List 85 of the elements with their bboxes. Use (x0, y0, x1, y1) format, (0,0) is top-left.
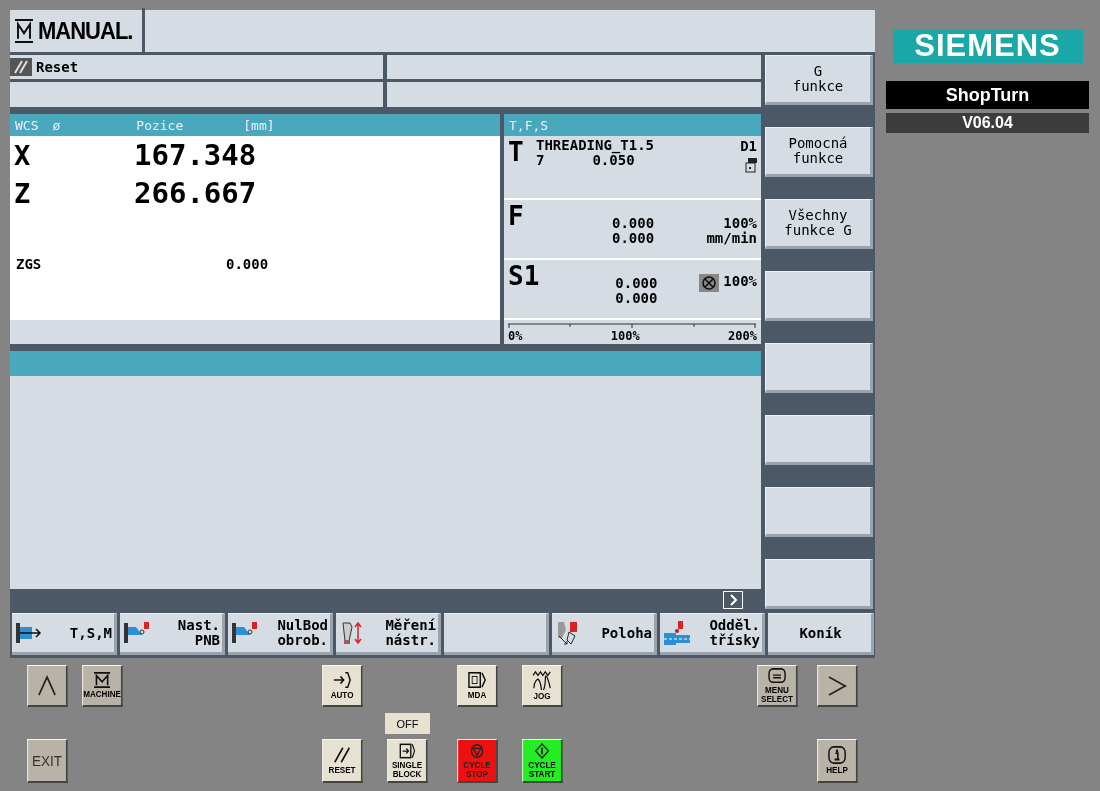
axis-value: 266.667 (134, 176, 257, 210)
feed-override: 100% (723, 216, 757, 231)
machine-mode-icon (14, 18, 34, 44)
status-text: Reset (36, 59, 79, 75)
softkey[interactable]: NulBod obrob. (228, 613, 333, 655)
spindle-value: 0.000 (615, 276, 658, 291)
help-button[interactable]: HELP (817, 739, 858, 783)
start-button[interactable]: CYCLE START (522, 739, 563, 783)
axis-name: X (13, 139, 32, 171)
softkey[interactable]: Měření nástr. (336, 613, 441, 655)
softkey[interactable] (765, 343, 873, 393)
spindle-tool-icon (16, 621, 42, 645)
reset-icon (332, 746, 352, 764)
tool-letter: T (508, 138, 525, 168)
tool-position-icon (556, 620, 580, 646)
next-button[interactable] (817, 665, 858, 707)
tool-edge: D1 (740, 138, 757, 154)
version-label: V06.04 (886, 113, 1089, 133)
softkey[interactable]: G funkce (765, 55, 873, 105)
stop-icon (468, 742, 486, 759)
exit-button[interactable]: EXIT (27, 739, 68, 783)
workpiece-tool-icon (232, 621, 260, 645)
softkey[interactable] (765, 559, 873, 609)
feed-letter: F (508, 202, 525, 232)
unit-label: [mm] (243, 117, 275, 133)
logo: SIEMENS (892, 29, 1083, 63)
mda-button[interactable]: MDA (457, 665, 498, 707)
axis-name: ZGS (15, 256, 43, 272)
softkey[interactable]: Nast. PNB (120, 613, 225, 655)
axis-value: 0.000 (226, 256, 269, 272)
feed-value: 0.000 (612, 230, 655, 246)
tool-number: 7 (536, 152, 545, 168)
start-icon (533, 742, 551, 759)
workpiece-tool-icon (124, 621, 152, 645)
mode-label: MANUAL. (38, 16, 133, 46)
softkey[interactable] (444, 613, 549, 655)
caret-up-icon (36, 673, 58, 698)
softkey[interactable]: Poloha (552, 613, 657, 655)
more-icon[interactable] (723, 591, 743, 609)
scale-label: 200% (728, 329, 757, 343)
panel-title: T,F,S (509, 117, 549, 133)
axis-value: 167.348 (134, 138, 257, 172)
scale-label: 0% (508, 329, 523, 343)
menu-button[interactable]: MENU SELECT (757, 665, 798, 707)
spindle-letter: S1 (508, 262, 540, 292)
tool-name: THREADING_T1.5 (536, 138, 655, 153)
jog-button[interactable]: JOG (522, 665, 563, 707)
caret-right-icon (826, 673, 848, 698)
softkey[interactable] (765, 271, 873, 321)
softkey[interactable]: Všechny funkce G (765, 199, 873, 249)
softkey[interactable]: Koník (768, 613, 874, 655)
auto-button[interactable]: AUTO (322, 665, 363, 707)
spindle-override: 100% (723, 274, 757, 289)
tool-measure-icon (340, 621, 364, 645)
jog-icon (532, 670, 552, 690)
machine-button[interactable]: MACHINE (82, 665, 123, 707)
reset-button[interactable]: RESET (322, 739, 363, 783)
axis-name: Z (13, 177, 32, 209)
scale-label: 100% (610, 329, 640, 343)
menu-icon (767, 667, 787, 684)
stop-button[interactable]: CYCLE STOP (457, 739, 498, 783)
coordinate-system: WCS (15, 117, 39, 133)
spindle-stop-icon (699, 274, 720, 292)
parting-icon (664, 620, 690, 646)
auto-icon (332, 671, 352, 689)
machine-icon (92, 672, 112, 688)
softkey[interactable]: T,S,M (12, 613, 117, 655)
softkey[interactable] (765, 415, 873, 465)
tool-holder-icon (745, 158, 757, 174)
spindle-value: 0.000 (615, 290, 658, 306)
tool-value: 0.050 (592, 152, 635, 168)
panel-title: Pozice (136, 117, 184, 133)
up-button[interactable] (27, 665, 68, 707)
info-icon (827, 746, 847, 764)
mda-icon (467, 671, 487, 689)
diameter-label: ø (52, 117, 61, 133)
softkey[interactable] (765, 487, 873, 537)
single-button[interactable]: SINGLE BLOCK (387, 739, 428, 783)
single-block-icon (398, 742, 417, 759)
softkey[interactable]: Odděl. třísky (660, 613, 765, 655)
feed-value: 0.000 (612, 216, 655, 231)
product-name: ShopTurn (886, 81, 1089, 109)
status-indicator: OFF (385, 713, 430, 734)
feed-unit: mm/min (706, 230, 757, 246)
softkey[interactable]: Pomocná funkce (765, 127, 873, 177)
